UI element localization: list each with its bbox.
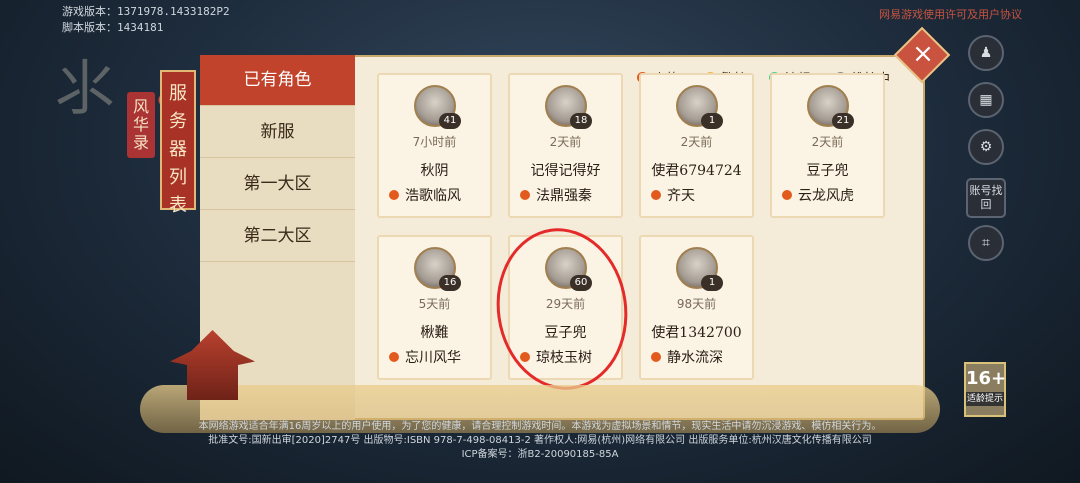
profile-icon[interactable]: ♟	[968, 35, 1004, 71]
last-login-time: 98天前	[676, 297, 717, 311]
last-login-time: 2天前	[811, 135, 844, 149]
server-name: 云龙风虎	[798, 188, 854, 204]
nav-item-region-1[interactable]: 第一大区	[200, 159, 355, 210]
footer-line: 批准文号:国新出审[2020]2747号 出版物号:ISBN 978-7-498…	[208, 435, 872, 446]
agreement-link[interactable]: 网易游戏使用许可及用户协议	[879, 6, 1022, 22]
server-name: 浩歌临风	[405, 188, 461, 204]
server-name: 法鼎强秦	[536, 188, 592, 204]
level-badge: 16	[439, 275, 461, 291]
qr-scan-icon[interactable]: ⌗	[968, 225, 1004, 261]
last-login-time: 5天前	[418, 297, 451, 311]
character-card[interactable]: 1 98天前 使君1342700 静水流深	[639, 235, 754, 380]
server-info: 浩歌临风	[389, 185, 484, 205]
character-card[interactable]: 16 5天前 楸難 忘川风华	[377, 235, 492, 380]
server-info: 静水流深	[651, 347, 746, 367]
character-card[interactable]: 1 2天前 使君6794724 齐天	[639, 73, 754, 218]
last-login-time: 2天前	[549, 135, 582, 149]
status-dot-icon	[389, 352, 399, 362]
status-dot-icon	[389, 190, 399, 200]
script-version: 脚本版本：1434181	[62, 21, 164, 34]
level-badge: 1	[701, 113, 723, 129]
character-card[interactable]: 21 2天前 豆子兜 云龙风虎	[770, 73, 885, 218]
server-info: 云龙风虎	[782, 185, 877, 205]
nav-item-new-server[interactable]: 新服	[200, 107, 355, 158]
age-tip: 适龄提示	[966, 392, 1004, 406]
age-rating-badge[interactable]: 16+ 适龄提示	[964, 362, 1006, 417]
server-name: 静水流深	[667, 350, 723, 366]
footer-line: ICP备案号：浙B2-20090185-85A	[461, 449, 619, 460]
settings-gear-icon[interactable]: ⚙	[968, 129, 1004, 165]
last-login-time: 2天前	[680, 135, 713, 149]
game-version: 游戏版本：1371978.1433182P2	[62, 5, 230, 18]
character-card[interactable]: 18 2天前 记得记得好 法鼎强秦	[508, 73, 623, 218]
close-icon[interactable]: ×	[905, 34, 941, 74]
character-card[interactable]: 41 7小时前 秋阴 浩歌临风	[377, 73, 492, 218]
level-badge: 18	[570, 113, 592, 129]
character-name: 秋阴	[420, 163, 449, 179]
character-name: 使君1342700	[651, 325, 742, 341]
character-name: 使君6794724	[651, 163, 742, 179]
server-info: 忘川风华	[389, 347, 484, 367]
character-name: 楸難	[420, 325, 449, 341]
level-badge: 1	[701, 275, 723, 291]
status-dot-icon	[651, 190, 661, 200]
server-name: 忘川风华	[405, 350, 461, 366]
server-name: 齐天	[667, 188, 695, 204]
last-login-time: 7小时前	[412, 135, 457, 149]
gift-icon[interactable]: ▦	[968, 82, 1004, 118]
character-name: 记得记得好	[530, 163, 601, 179]
nav-item-region-2[interactable]: 第二大区	[200, 211, 355, 262]
account-recover-button[interactable]: 账号找回	[966, 178, 1006, 218]
status-dot-icon	[520, 190, 530, 200]
status-dot-icon	[782, 190, 792, 200]
level-badge: 21	[832, 113, 854, 129]
server-info: 法鼎强秦	[520, 185, 615, 205]
character-name: 豆子兜	[806, 163, 849, 179]
server-list-title: 服务器列表	[160, 70, 196, 216]
age-number: 16+	[966, 368, 1007, 389]
version-info: 游戏版本：1371978.1433182P2 脚本版本：1434181	[62, 4, 230, 36]
nav-item-existing-roles[interactable]: 已有角色	[200, 55, 355, 106]
footer-line: 本网络游戏适合年满16周岁以上的用户使用，为了您的健康，请合理控制游戏时间。本游…	[198, 421, 882, 432]
logo-glyph: ⺢	[55, 54, 115, 124]
level-badge: 41	[439, 113, 461, 129]
status-dot-icon	[651, 352, 661, 362]
server-info: 齐天	[651, 185, 746, 205]
footer-legal: 本网络游戏适合年满16周岁以上的用户使用，为了您的健康，请合理控制游戏时间。本游…	[0, 420, 1080, 462]
